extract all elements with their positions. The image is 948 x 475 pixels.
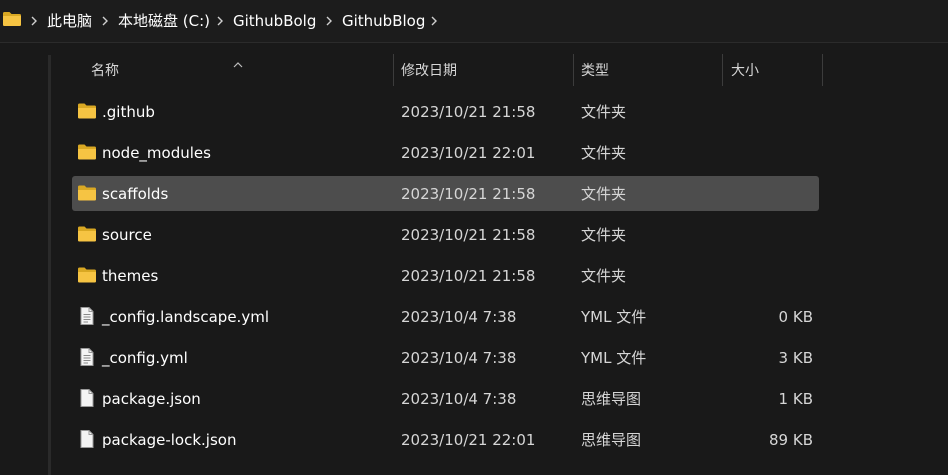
file-explorer-window: 此电脑 本地磁盘 (C:) GithubBolg GithubBlog 名称 修…	[0, 0, 948, 475]
file-name: node_modules	[102, 144, 211, 162]
file-name: package.json	[102, 390, 201, 408]
column-divider[interactable]	[573, 54, 574, 86]
address-bar[interactable]: 此电脑 本地磁盘 (C:) GithubBolg GithubBlog	[0, 0, 948, 43]
folder-icon	[77, 143, 97, 161]
file-row[interactable]: package-lock.json 2023/10/21 22:01 思维导图 89 …	[72, 422, 819, 457]
sort-ascending-icon	[233, 53, 243, 68]
chevron-right-icon[interactable]	[100, 11, 110, 31]
file-type: 思维导图	[581, 390, 642, 408]
blank-file-icon	[77, 430, 97, 448]
file-type: 思维导图	[581, 431, 642, 449]
file-modified-date: 2023/10/21 21:58	[401, 103, 536, 121]
file-modified-date: 2023/10/21 21:58	[401, 185, 536, 203]
chevron-right-icon[interactable]	[29, 11, 39, 31]
file-size: 3 KB	[778, 349, 813, 367]
column-header-size[interactable]: 大小	[731, 62, 759, 80]
file-name: source	[102, 226, 152, 244]
file-name: .github	[102, 103, 155, 121]
breadcrumb-githubblog[interactable]: GithubBlog	[342, 11, 425, 31]
file-modified-date: 2023/10/4 7:38	[401, 308, 517, 326]
file-row[interactable]: package.json 2023/10/4 7:38 思维导图 1 KB	[72, 381, 819, 416]
folder-icon	[2, 11, 22, 27]
column-header-name[interactable]: 名称	[91, 62, 119, 80]
chevron-right-icon[interactable]	[215, 11, 225, 31]
file-list: .github 2023/10/21 21:58 文件夹 node_modules 20…	[0, 92, 948, 475]
file-size: 89 KB	[769, 431, 813, 449]
file-type: 文件夹	[581, 103, 627, 121]
breadcrumb-githubbolg[interactable]: GithubBolg	[233, 11, 316, 31]
text-file-icon	[77, 348, 97, 366]
file-row[interactable]: _config.yml 2023/10/4 7:38 YML 文件 3 KB	[72, 340, 819, 375]
file-row[interactable]: scaffolds 2023/10/21 21:58 文件夹	[72, 176, 819, 211]
file-modified-date: 2023/10/4 7:38	[401, 390, 517, 408]
column-header-type[interactable]: 类型	[581, 62, 609, 80]
chevron-right-icon[interactable]	[429, 11, 439, 31]
folder-icon	[77, 225, 97, 243]
column-header-modified[interactable]: 修改日期	[401, 62, 457, 80]
file-size: 1 KB	[778, 390, 813, 408]
file-row[interactable]: .github 2023/10/21 21:58 文件夹	[72, 94, 819, 129]
file-row[interactable]: themes 2023/10/21 21:58 文件夹	[72, 258, 819, 293]
file-modified-date: 2023/10/21 21:58	[401, 267, 536, 285]
file-name: themes	[102, 267, 159, 285]
column-divider[interactable]	[393, 54, 394, 86]
file-row[interactable]: node_modules 2023/10/21 22:01 文件夹	[72, 135, 819, 170]
file-name: package-lock.json	[102, 431, 237, 449]
file-type: 文件夹	[581, 185, 627, 203]
file-name: _config.yml	[102, 349, 188, 367]
column-divider[interactable]	[722, 54, 723, 86]
folder-icon	[77, 102, 97, 120]
column-divider[interactable]	[822, 54, 823, 86]
file-row[interactable]: _config.landscape.yml 2023/10/4 7:38 YML 文…	[72, 299, 819, 334]
breadcrumb-local-disk[interactable]: 本地磁盘 (C:)	[118, 11, 210, 31]
chevron-right-icon[interactable]	[324, 11, 334, 31]
folder-icon	[77, 266, 97, 284]
file-modified-date: 2023/10/21 21:58	[401, 226, 536, 244]
blank-file-icon	[77, 389, 97, 407]
file-type: 文件夹	[581, 144, 627, 162]
file-type: YML 文件	[581, 349, 647, 367]
file-type: YML 文件	[581, 308, 647, 326]
file-type: 文件夹	[581, 267, 627, 285]
column-header: 名称 修改日期 类型 大小	[0, 50, 948, 90]
file-size: 0 KB	[778, 308, 813, 326]
file-modified-date: 2023/10/21 22:01	[401, 431, 536, 449]
folder-icon	[77, 184, 97, 202]
file-name: _config.landscape.yml	[102, 308, 269, 326]
file-modified-date: 2023/10/21 22:01	[401, 144, 536, 162]
breadcrumb-this-pc[interactable]: 此电脑	[47, 11, 92, 31]
file-type: 文件夹	[581, 226, 627, 244]
text-file-icon	[77, 307, 97, 325]
file-row[interactable]: source 2023/10/21 21:58 文件夹	[72, 217, 819, 252]
file-name: scaffolds	[102, 185, 169, 203]
file-modified-date: 2023/10/4 7:38	[401, 349, 517, 367]
